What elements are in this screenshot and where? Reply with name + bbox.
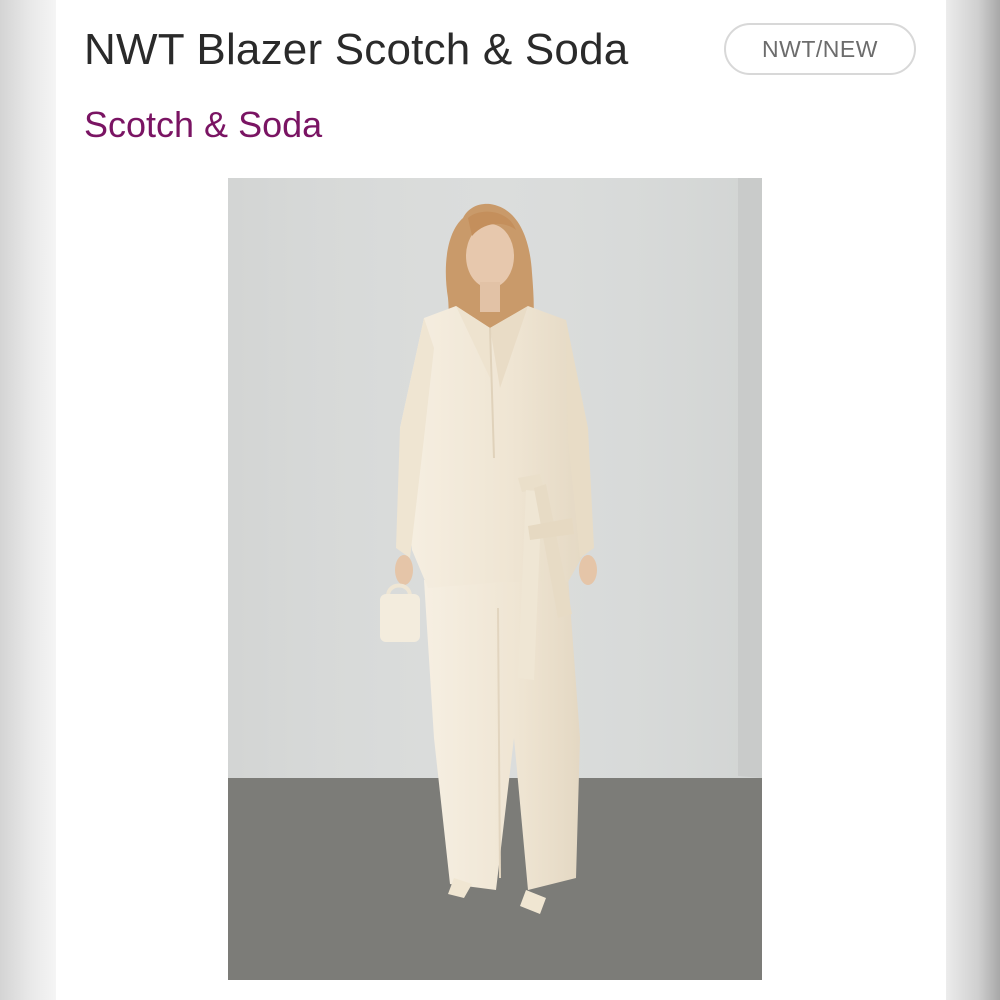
product-photo[interactable] xyxy=(228,178,762,980)
right-backdrop xyxy=(946,0,1000,1000)
listing-title: NWT Blazer Scotch & Soda xyxy=(84,25,629,74)
condition-badge[interactable]: NWT/NEW xyxy=(724,23,916,75)
model-in-cream-suit-illustration xyxy=(228,178,762,980)
brand-link[interactable]: Scotch & Soda xyxy=(84,102,322,148)
photo-frame xyxy=(82,172,920,982)
handbag xyxy=(380,594,420,642)
listing-card: NWT Blazer Scotch & Soda NWT/NEW Scotch … xyxy=(56,0,946,1000)
left-backdrop xyxy=(0,0,56,1000)
